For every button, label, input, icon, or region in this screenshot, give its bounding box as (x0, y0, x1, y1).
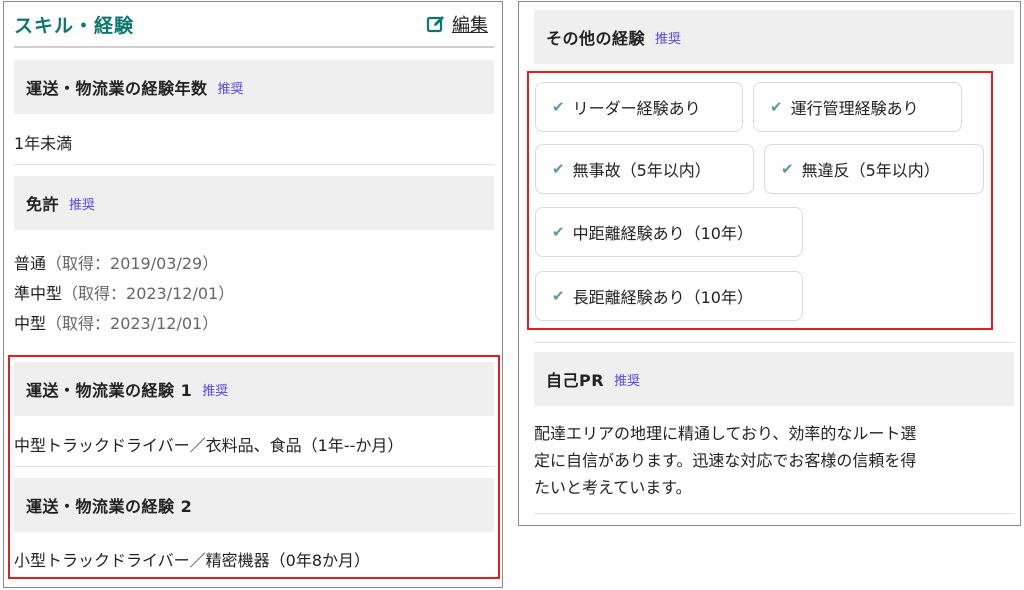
chip-label: 無違反（5年以内） (801, 161, 940, 180)
section-label: 運送・物流業の経験 1 (26, 381, 193, 400)
check-icon: ✔ (781, 160, 794, 178)
check-icon: ✔ (552, 287, 565, 305)
chip-label: 中距離経験あり（10年） (572, 224, 753, 243)
skills-experience-panel: スキル・経験 編集 運送・物流業の経験年数 推奨 1年未満 免許 推奨 普通（取… (3, 1, 503, 588)
self-pr-text: 配達エリアの地理に精通しており、効率的なルート選 定に自信があります。迅速な対応… (534, 420, 1014, 501)
edit-square-icon (426, 16, 444, 33)
section-divider (14, 164, 494, 165)
self-pr-line: 配達エリアの地理に精通しており、効率的なルート選 (534, 424, 917, 443)
section-label: 自己PR (546, 371, 605, 390)
section-header-experience-years: 運送・物流業の経験年数 推奨 (14, 60, 494, 114)
section-header-license: 免許 推奨 (14, 176, 494, 230)
license-date: （取得：2019/03/29） (46, 254, 219, 273)
experience-chip: ✔ 無違反（5年以内） (764, 144, 984, 194)
check-icon: ✔ (770, 98, 783, 116)
license-item: 普通（取得：2019/03/29） (14, 250, 218, 274)
check-icon: ✔ (552, 223, 565, 241)
recommended-badge: 推奨 (217, 81, 244, 97)
title-divider (14, 46, 494, 48)
edit-button[interactable]: 編集 (426, 11, 488, 37)
chip-label: 運行管理経験あり (790, 99, 919, 118)
license-name: 準中型 (14, 284, 63, 303)
recommended-badge: 推奨 (614, 373, 641, 389)
section-header-experience-1: 運送・物流業の経験 1 推奨 (14, 362, 494, 416)
chip-label: 無事故（5年以内） (572, 161, 711, 180)
section-header-other-experience: その他の経験 推奨 (534, 10, 1014, 64)
experience-1-value: 中型トラックドライバー／衣料品、食品（1年--か月） (14, 436, 404, 455)
other-experience-panel: その他の経験 推奨 ✔ リーダー経験あり ✔ 運行管理経験あり ✔ 無事故（5年… (518, 1, 1021, 526)
recommended-badge: 推奨 (69, 197, 96, 213)
section-label: 運送・物流業の経験年数 (26, 79, 208, 98)
license-item: 中型（取得：2023/12/01） (14, 310, 218, 334)
license-name: 中型 (14, 314, 47, 333)
chip-label: リーダー経験あり (572, 99, 701, 118)
section-label: 運送・物流業の経験 2 (26, 497, 193, 516)
self-pr-line: 定に自信があります。迅速な対応でお客様の信頼を得 (534, 451, 917, 470)
license-name: 普通 (14, 254, 47, 273)
panel-title: スキル・経験 (14, 15, 135, 37)
self-pr-line: たいと考えています。 (534, 478, 692, 497)
section-header-self-pr: 自己PR 推奨 (534, 352, 1014, 406)
license-date: （取得：2023/12/01） (62, 284, 235, 303)
experience-chip: ✔ 中距離経験あり（10年） (535, 207, 803, 257)
experience-chip: ✔ 運行管理経験あり (753, 82, 962, 132)
experience-chip: ✔ 長距離経験あり（10年） (535, 271, 803, 321)
license-date: （取得：2023/12/01） (46, 314, 219, 333)
section-divider (534, 342, 1014, 343)
chip-label: 長距離経験あり（10年） (572, 288, 753, 307)
experience-chip: ✔ 無事故（5年以内） (535, 144, 754, 194)
section-label: 免許 (26, 195, 60, 214)
edit-label: 編集 (452, 15, 488, 36)
check-icon: ✔ (552, 160, 565, 178)
check-icon: ✔ (552, 98, 565, 116)
license-item: 準中型（取得：2023/12/01） (14, 280, 234, 304)
recommended-badge: 推奨 (202, 383, 229, 399)
section-label: その他の経験 (546, 29, 646, 48)
section-divider (534, 513, 1014, 514)
experience-chip: ✔ リーダー経験あり (535, 82, 743, 132)
section-header-experience-2: 運送・物流業の経験 2 (14, 478, 494, 532)
experience-years-value: 1年未満 (14, 134, 73, 153)
experience-2-value: 小型トラックドライバー／精密機器（0年8か月） (14, 551, 371, 570)
recommended-badge: 推奨 (655, 31, 682, 47)
section-divider (14, 466, 494, 467)
